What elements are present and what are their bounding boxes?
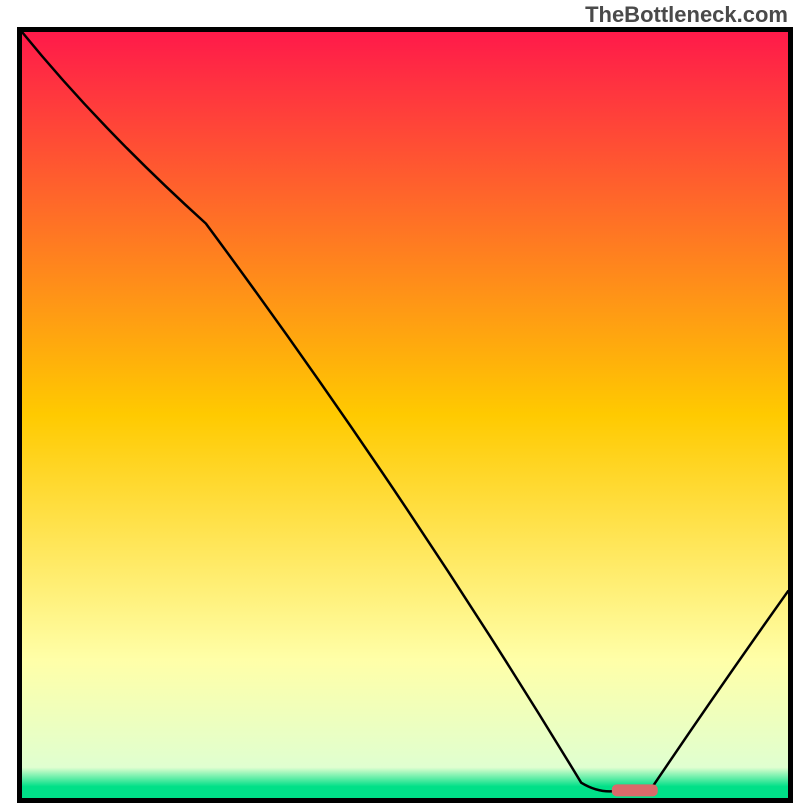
plot-background (22, 32, 788, 798)
optimal-range-marker (612, 784, 658, 796)
bottleneck-chart (17, 27, 793, 803)
attribution-text: TheBottleneck.com (585, 2, 788, 28)
